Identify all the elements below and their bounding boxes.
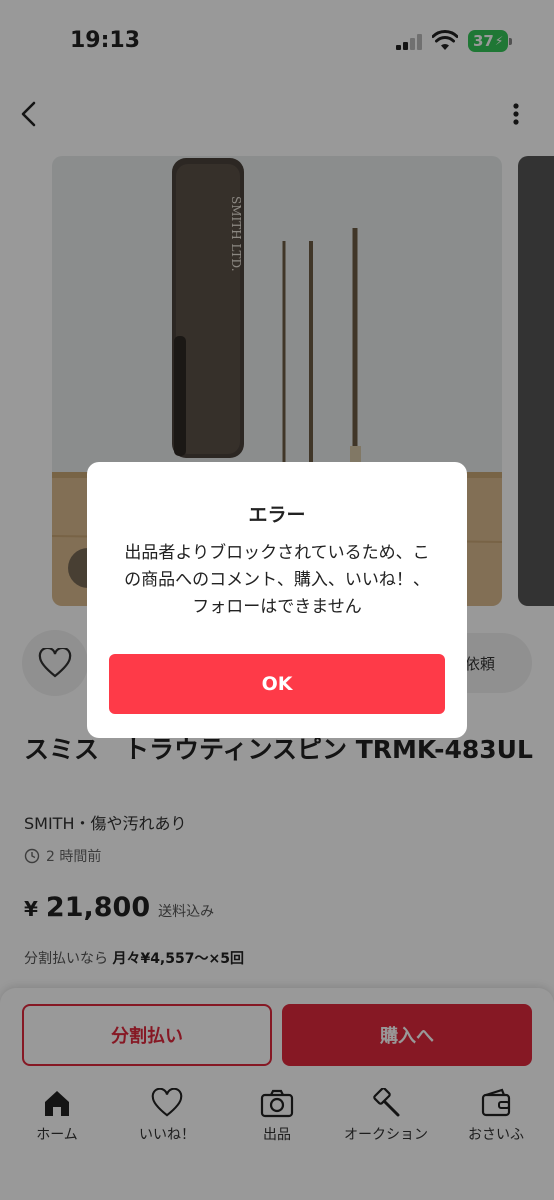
dialog-title: エラー [248, 504, 306, 526]
error-dialog: エラー 出品者よりブロックされているため、この商品へのコメント、購入、いいね！、… [87, 462, 467, 738]
ok-button[interactable]: OK [109, 654, 445, 714]
dialog-message: 出品者よりブロックされているため、この商品へのコメント、購入、いいね！、フォロー… [124, 543, 430, 617]
